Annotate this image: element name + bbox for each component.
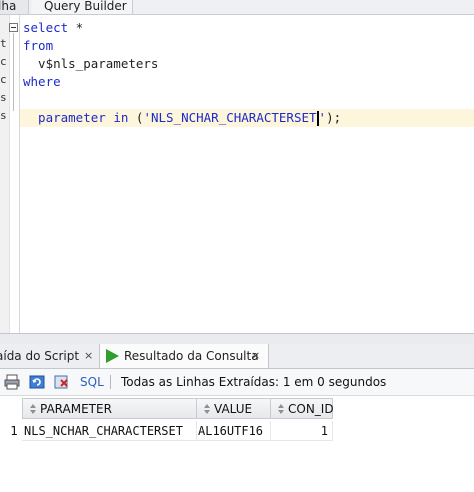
sort-icon — [30, 404, 36, 414]
toolbar-divider — [110, 375, 111, 389]
sql-button[interactable]: SQL — [80, 369, 104, 395]
close-icon[interactable]: × — [84, 344, 93, 368]
column-header-parameter[interactable]: PARAMETER — [22, 398, 197, 419]
sort-icon — [278, 404, 284, 414]
play-icon — [106, 349, 119, 363]
editor-tab-strip: lha Query Builder — [0, 0, 474, 15]
code-line-5: parameter in ('NLS_NCHAR_CHARACTERSET '); — [23, 109, 341, 127]
keyword-where: where — [23, 74, 61, 89]
editor-gutter: t c c s s — [0, 15, 10, 333]
column-header-label: CON_ID — [288, 402, 334, 416]
tab-query-result-label: Resultado da Consulta — [124, 349, 259, 363]
cell-value[interactable]: AL16UTF16 — [196, 421, 271, 441]
code-line-1: select * — [23, 19, 83, 37]
column-header-label: PARAMETER — [40, 402, 112, 416]
refresh-icon[interactable] — [29, 374, 45, 390]
fold-guide — [13, 33, 14, 111]
tab-worksheet[interactable]: lha — [0, 0, 29, 14]
string-literal-end: ' — [318, 110, 327, 125]
collapse-icon[interactable] — [9, 23, 18, 32]
tab-script-output-label: aída do Script — [0, 349, 80, 363]
code-line-4: where — [23, 73, 61, 91]
cell-con-id[interactable]: 1 — [270, 421, 333, 441]
export-icon[interactable] — [54, 374, 70, 390]
gutter-mark: s — [0, 91, 7, 104]
gutter-mark: c — [0, 73, 7, 86]
gutter-mark: c — [0, 55, 7, 68]
keyword-select: select — [23, 20, 69, 35]
code-line-3: v$nls_parameters — [23, 55, 158, 73]
cell-parameter[interactable]: NLS_NCHAR_CHARACTERSET — [22, 421, 197, 441]
results-grid: PARAMETER VALUE CON_ID 1 NLS_NCHAR_CHARA… — [0, 396, 474, 492]
column-header-value[interactable]: VALUE — [196, 398, 271, 419]
open-paren: ( — [128, 110, 144, 125]
close-icon[interactable]: × — [251, 344, 260, 368]
row-number: 1 — [10, 424, 18, 438]
code-line-2: from — [23, 37, 53, 55]
select-list: * — [68, 20, 84, 35]
column-parameter: parameter — [23, 110, 106, 125]
print-icon[interactable] — [4, 374, 20, 390]
keyword-from: from — [23, 38, 54, 53]
gutter-mark: s — [0, 109, 7, 122]
column-header-con-id[interactable]: CON_ID — [270, 398, 334, 419]
tab-script-output[interactable]: aída do Script × — [0, 344, 94, 368]
string-literal: 'NLS_NCHAR_CHARACTERSET — [143, 110, 317, 125]
fetch-status: Todas as Linhas Extraídas: 1 em 0 segund… — [121, 375, 387, 389]
tab-query-builder-label: Query Builder — [44, 0, 127, 13]
sort-icon — [204, 404, 210, 414]
tab-query-result[interactable]: Resultado da Consulta × — [99, 344, 269, 368]
result-toolbar: SQL Todas as Linhas Extraídas: 1 em 0 se… — [0, 369, 474, 396]
sql-editor[interactable]: select * from v$nls_parameters where par… — [19, 15, 474, 333]
close-paren: ); — [326, 110, 342, 125]
table-name: v$nls_parameters — [23, 56, 159, 71]
tab-query-builder[interactable]: Query Builder — [32, 0, 133, 14]
column-header-label: VALUE — [214, 402, 253, 416]
output-tab-strip: aída do Script × Resultado da Consulta × — [0, 344, 474, 369]
keyword-in: in — [105, 110, 129, 125]
tab-worksheet-label: lha — [0, 0, 17, 13]
gutter-mark: t — [0, 37, 7, 50]
